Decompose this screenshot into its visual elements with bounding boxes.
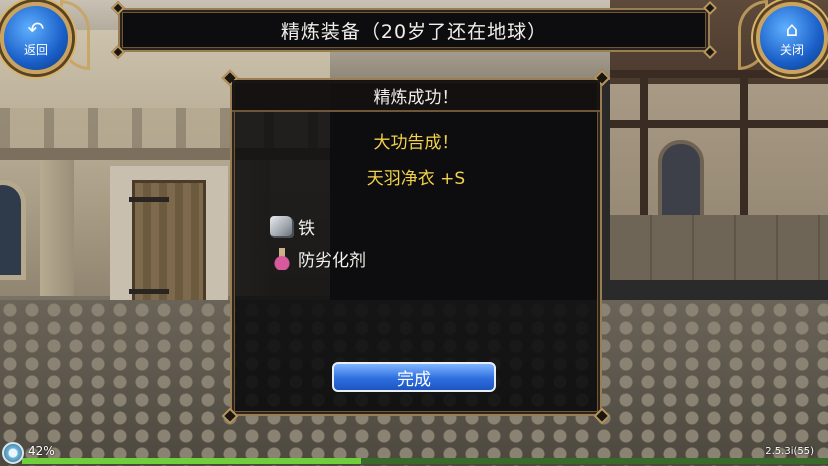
wooden-door [129, 180, 206, 310]
item-result: 天羽净衣 +S [366, 169, 466, 189]
material-label: 防劣化剂 [298, 251, 366, 271]
door-hinge [129, 197, 169, 202]
status-bar: 42% 2.5.3i(55) [0, 440, 828, 466]
material-row: 防劣化剂 [270, 246, 366, 271]
door-hinge [129, 289, 169, 294]
success-message: 大功告成！ [373, 133, 459, 153]
network-icon [2, 442, 24, 464]
close-button-label: 关闭 [779, 42, 804, 57]
arched-window [0, 180, 26, 280]
close-button[interactable]: ⌂ 关闭 [756, 2, 828, 74]
iron-ore-icon [270, 215, 294, 238]
timber-post [640, 70, 648, 215]
arched-window [658, 140, 704, 220]
progress-track [22, 458, 828, 464]
dialog-title: 精炼成功！ [232, 80, 600, 112]
timber-post [740, 70, 748, 215]
material-label: 铁 [298, 219, 315, 239]
potion-icon [270, 247, 294, 270]
title-bar: 精炼装备（20岁了还在地球） [110, 0, 718, 60]
progress-fill [22, 458, 361, 464]
done-button[interactable]: 完成 [332, 362, 496, 392]
back-button[interactable]: ↶ 返回 [0, 2, 72, 74]
refine-result-dialog: 精炼成功！ 大功告成！ 天羽净衣 +S 铁 防劣化剂 完成 [221, 69, 611, 425]
back-button-label: 返回 [23, 42, 48, 57]
progress-percent: 42% [28, 444, 55, 458]
version-label: 2.5.3i(55) [765, 446, 814, 457]
stone-wall [610, 215, 828, 280]
home-icon: ⌂ [785, 16, 799, 41]
page-title: 精炼装备（20岁了还在地球） [280, 20, 548, 43]
return-arrow-icon: ↶ [27, 16, 45, 41]
material-row: 铁 [270, 214, 315, 239]
